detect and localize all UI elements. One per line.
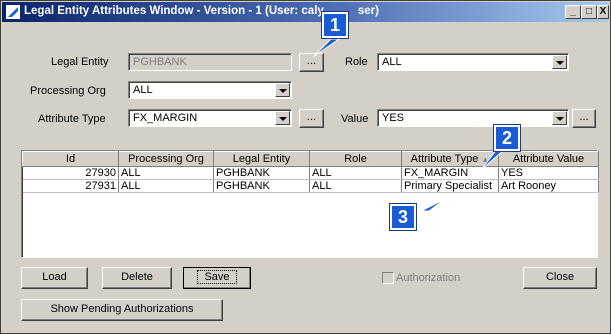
attribute-type-value: FX_MARGIN	[133, 112, 198, 124]
callout-marker-1: 1	[322, 12, 348, 38]
cell-id: 27930	[22, 166, 119, 180]
load-button[interactable]: Load	[21, 267, 88, 289]
cell-processing-org: ALL	[118, 166, 214, 180]
close-button[interactable]: Close	[523, 267, 597, 289]
legal-entity-attributes-window: Legal Entity Attributes Window - Version…	[0, 0, 611, 334]
legal-entity-chooser-button[interactable]: ...	[299, 53, 324, 72]
maximize-button[interactable]: □	[581, 5, 597, 19]
table-row[interactable]: 27930 ALL PGHBANK ALL FX_MARGIN YES	[22, 166, 599, 180]
callout-marker-3: 3	[390, 204, 416, 230]
callout-marker-2: 2	[494, 125, 520, 151]
role-label: Role	[345, 56, 368, 68]
authorization-label: Authorization	[396, 272, 461, 284]
value-label: Value	[341, 113, 369, 125]
chevron-down-icon[interactable]	[275, 83, 290, 97]
sort-ascending-icon: ▲	[481, 155, 490, 164]
cell-attribute-type: Primary Specialist	[401, 179, 499, 193]
column-header-id[interactable]: Id	[22, 151, 119, 167]
app-icon	[6, 5, 20, 19]
show-pending-authorizations-button[interactable]: Show Pending Authorizations	[21, 299, 223, 321]
attribute-type-header-label: Attribute Type	[410, 153, 479, 165]
table-row[interactable]: 27931 ALL PGHBANK ALL Primary Specialist…	[22, 179, 599, 193]
attributes-table[interactable]: Id Processing Org Legal Entity Role Attr…	[21, 150, 599, 258]
column-header-attribute-type[interactable]: Attribute Type ▲	[401, 151, 499, 167]
chevron-down-icon[interactable]	[275, 111, 290, 125]
chevron-down-icon[interactable]	[552, 55, 567, 69]
cell-id: 27931	[22, 179, 119, 193]
save-label: Save	[197, 270, 237, 284]
cell-role: ALL	[309, 166, 402, 180]
minimize-button[interactable]: _	[565, 5, 581, 19]
value-select[interactable]: YES	[377, 109, 569, 127]
cell-legal-entity: PGHBANK	[213, 179, 310, 193]
attribute-type-chooser-button[interactable]: ...	[299, 109, 324, 128]
attribute-type-label: Attribute Type	[38, 113, 106, 125]
close-window-button[interactable]: X	[597, 5, 609, 19]
cell-role: ALL	[309, 179, 402, 193]
chevron-down-icon[interactable]	[552, 111, 567, 125]
column-header-attribute-value[interactable]: Attribute Value	[498, 151, 599, 167]
processing-org-value: ALL	[133, 84, 153, 96]
value-chooser-button[interactable]: ...	[572, 109, 596, 128]
column-header-legal-entity[interactable]: Legal Entity	[213, 151, 310, 167]
column-header-processing-org[interactable]: Processing Org	[118, 151, 214, 167]
value-value: YES	[382, 112, 405, 124]
cell-attribute-value: Art Rooney	[498, 179, 599, 193]
column-header-role[interactable]: Role	[309, 151, 402, 167]
delete-button[interactable]: Delete	[102, 267, 172, 289]
cell-processing-org: ALL	[118, 179, 214, 193]
authorization-checkbox[interactable]	[382, 272, 394, 284]
table-header-row: Id Processing Org Legal Entity Role Attr…	[22, 151, 599, 167]
role-value: ALL	[382, 56, 402, 68]
role-select[interactable]: ALL	[377, 53, 569, 71]
legal-entity-field: PGHBANK	[128, 53, 292, 71]
cell-legal-entity: PGHBANK	[213, 166, 310, 180]
processing-org-select[interactable]: ALL	[128, 81, 292, 99]
legal-entity-label: Legal Entity	[51, 56, 109, 68]
cell-attribute-type: FX_MARGIN	[401, 166, 499, 180]
title-bar[interactable]: Legal Entity Attributes Window - Version…	[2, 2, 609, 22]
save-button[interactable]: Save	[183, 267, 251, 289]
cell-attribute-value: YES	[498, 166, 599, 180]
processing-org-label: Processing Org	[30, 85, 106, 97]
attribute-type-select[interactable]: FX_MARGIN	[128, 109, 292, 127]
